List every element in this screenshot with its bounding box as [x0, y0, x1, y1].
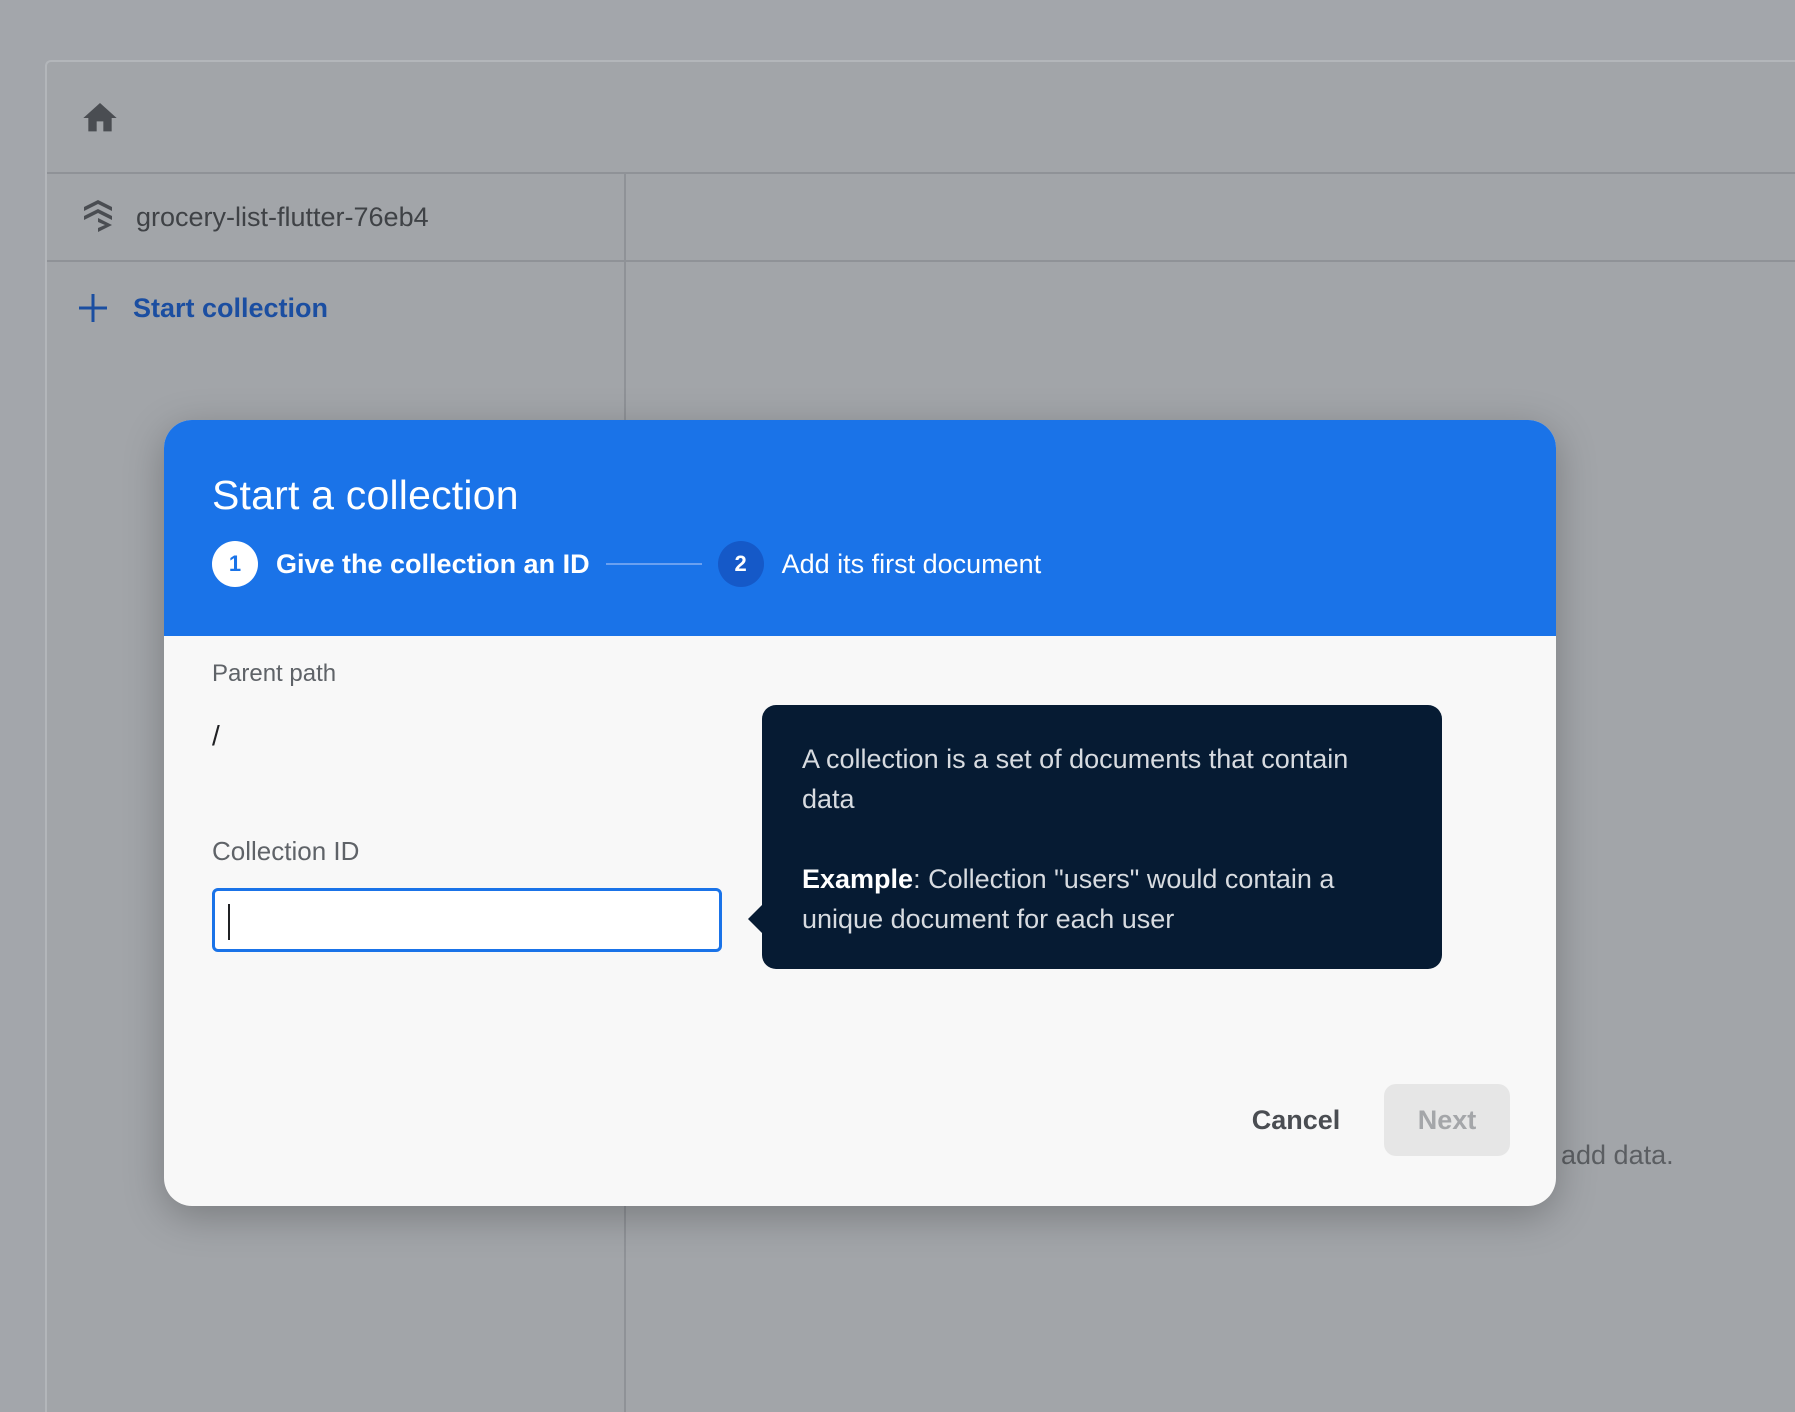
collection-id-input[interactable]	[212, 888, 722, 952]
collection-help-tooltip: A collection is a set of documents that …	[748, 705, 1442, 969]
step-2-label: Add its first document	[781, 548, 1042, 579]
dialog-header: Start a collection 1 Give the collection…	[164, 420, 1556, 636]
dialog-title: Start a collection	[212, 472, 519, 518]
tooltip-definition: A collection is a set of documents that …	[802, 744, 1349, 814]
documents-header-row	[626, 174, 1795, 262]
text-caret	[228, 904, 230, 940]
collection-id-label: Collection ID	[212, 836, 360, 866]
step-1-number: 1	[212, 541, 258, 587]
parent-path-label: Parent path	[212, 660, 337, 687]
next-button[interactable]: Next	[1384, 1084, 1510, 1156]
firestore-stack-icon	[81, 198, 115, 234]
start-collection-label: Start collection	[133, 292, 329, 323]
tooltip-example: Example: Collection "users" would contai…	[802, 859, 1402, 939]
step-connector	[605, 563, 702, 565]
stepper: 1 Give the collection an ID 2 Add its fi…	[212, 540, 1041, 588]
project-row[interactable]: grocery-list-flutter-76eb4	[47, 174, 624, 262]
parent-path-value: /	[212, 720, 220, 751]
start-collection-button[interactable]: Start collection	[77, 288, 328, 328]
plus-icon	[77, 292, 109, 324]
breadcrumb-bar	[47, 62, 1795, 174]
cancel-button[interactable]: Cancel	[1232, 1084, 1360, 1156]
step-1-label: Give the collection an ID	[276, 548, 590, 579]
start-collection-dialog: Start a collection 1 Give the collection…	[164, 420, 1556, 1206]
empty-state-hint: add data.	[1561, 1140, 1674, 1170]
home-icon[interactable]	[79, 98, 121, 138]
project-name: grocery-list-flutter-76eb4	[136, 202, 429, 232]
tooltip-arrow	[748, 905, 762, 933]
step-2-number: 2	[717, 541, 764, 587]
tooltip-example-label: Example	[802, 864, 914, 894]
